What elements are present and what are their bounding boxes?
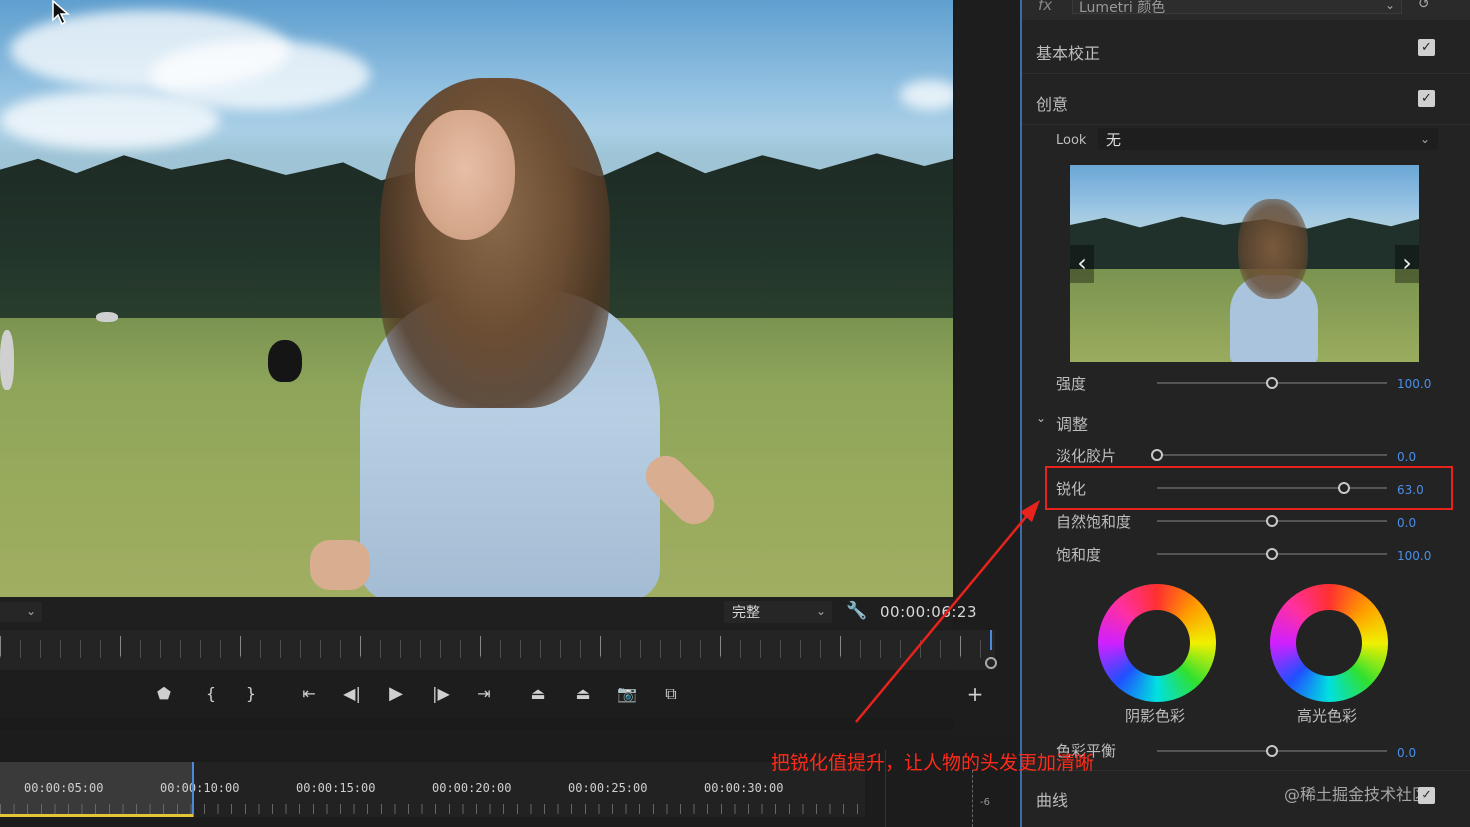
go-to-in-icon[interactable]: ⇤ xyxy=(295,682,323,706)
faded-film-value[interactable]: 0.0 xyxy=(1397,450,1416,464)
zoom-level-select[interactable]: ⌄ xyxy=(0,602,42,622)
shadow-tint-label: 阴影色彩 xyxy=(1125,707,1186,725)
look-select-value: 无 xyxy=(1106,131,1122,149)
audio-meter-label: -6 xyxy=(980,797,990,808)
look-preview[interactable]: ‹ › xyxy=(1070,165,1419,362)
extract-icon[interactable]: ⏏ xyxy=(569,682,597,706)
annotation-text: 把锐化值提升，让人物的头发更加清晰 xyxy=(771,752,1095,774)
sky-cloud xyxy=(0,90,220,150)
chevron-down-icon: ⌄ xyxy=(1419,132,1430,146)
chevron-down-icon: ⌄ xyxy=(1384,0,1395,12)
mouse-cursor-icon xyxy=(52,0,70,26)
color-balance-value[interactable]: 0.0 xyxy=(1397,746,1416,760)
previous-look-icon[interactable]: ‹ xyxy=(1070,245,1094,283)
section-label: 创意 xyxy=(1036,95,1069,114)
ruler-label: 00:00:10:00 xyxy=(160,781,240,795)
look-select[interactable]: 无 ⌄ xyxy=(1098,128,1438,150)
saturation-label: 饱和度 xyxy=(1056,546,1102,564)
vibrance-value[interactable]: 0.0 xyxy=(1397,516,1416,530)
basic-correction-checkbox[interactable]: ✓ xyxy=(1418,39,1435,56)
sky-cloud xyxy=(900,80,953,110)
ruler-major-ticks xyxy=(0,636,990,656)
timeline-playhead[interactable] xyxy=(192,762,194,817)
export-frame-icon[interactable]: 📷 xyxy=(613,682,641,706)
playback-quality-select[interactable]: 完整 ⌄ xyxy=(724,601,832,623)
go-to-out-icon[interactable]: ⇥ xyxy=(470,682,498,706)
next-look-icon[interactable]: › xyxy=(1395,245,1419,283)
shadow-tint-wheel[interactable] xyxy=(1098,584,1216,702)
step-back-icon[interactable]: ◀| xyxy=(338,682,366,706)
saturation-value[interactable]: 100.0 xyxy=(1397,549,1431,563)
chevron-down-icon: ⌄ xyxy=(815,604,826,618)
play-icon[interactable]: ▶ xyxy=(382,682,410,706)
section-basic-correction[interactable]: 基本校正 ✓ xyxy=(1022,26,1470,74)
wheel-center[interactable] xyxy=(1296,610,1362,676)
lumetri-color-panel: fx Lumetri 颜色 ⌄ ↺ 基本校正 ✓ 创意 ✓ Look 无 ⌄ ‹… xyxy=(1020,0,1470,827)
section-label: 基本校正 xyxy=(1036,44,1101,63)
chevron-down-icon[interactable]: ⌄ xyxy=(1036,411,1046,425)
reset-icon[interactable]: ↺ xyxy=(1418,0,1430,12)
ruler-label: 00:00:05:00 xyxy=(24,781,104,795)
ruler-label: 00:00:30:00 xyxy=(704,781,784,795)
preview-person-hair xyxy=(1238,199,1308,299)
cow xyxy=(268,340,302,382)
mark-in-icon[interactable]: { xyxy=(197,682,225,706)
faded-film-slider-knob[interactable] xyxy=(1151,449,1163,461)
program-monitor: ⌄ 完整 ⌄ 🔧 00:00:06:23 xyxy=(0,0,1000,730)
highlight-tint-label: 高光色彩 xyxy=(1297,707,1358,725)
intensity-label: 强度 xyxy=(1056,375,1087,393)
monitor-time-ruler[interactable] xyxy=(0,630,997,670)
creative-checkbox[interactable]: ✓ xyxy=(1418,90,1435,107)
zoom-handle[interactable] xyxy=(985,657,997,669)
video-frame[interactable] xyxy=(0,0,953,597)
intensity-value[interactable]: 100.0 xyxy=(1397,377,1431,391)
ruler-label: 00:00:25:00 xyxy=(568,781,648,795)
fx-icon[interactable]: fx xyxy=(1038,0,1052,14)
comparison-view-icon[interactable]: ⧉ xyxy=(657,682,685,706)
add-marker-icon[interactable]: ⬟ xyxy=(150,682,178,706)
section-creative[interactable]: 创意 ✓ xyxy=(1022,77,1470,125)
monitor-playhead[interactable] xyxy=(990,630,992,650)
section-label: 曲线 xyxy=(1036,791,1069,810)
wrench-settings-icon[interactable]: 🔧 xyxy=(846,601,867,621)
saturation-slider-knob[interactable] xyxy=(1266,548,1278,560)
look-label: Look xyxy=(1056,133,1087,148)
cow xyxy=(96,312,118,322)
ruler-label: 00:00:15:00 xyxy=(296,781,376,795)
cow xyxy=(0,330,14,390)
audio-meter xyxy=(972,770,973,827)
step-forward-icon[interactable]: |▶ xyxy=(427,682,455,706)
faded-film-label: 淡化胶片 xyxy=(1056,447,1117,465)
highlight-tint-wheel[interactable] xyxy=(1270,584,1388,702)
intensity-slider-knob[interactable] xyxy=(1266,377,1278,389)
watermark: @稀土掘金技术社区 xyxy=(1284,785,1429,804)
timeline-ruler-ticks xyxy=(0,804,865,814)
effect-select[interactable]: Lumetri 颜色 ⌄ xyxy=(1072,0,1402,16)
work-area-bar[interactable] xyxy=(0,814,193,817)
faded-film-slider[interactable] xyxy=(1157,454,1387,456)
person-arm xyxy=(310,540,370,590)
ruler-label: 00:00:20:00 xyxy=(432,781,512,795)
lift-icon[interactable]: ⏏ xyxy=(524,682,552,706)
color-balance-slider-knob[interactable] xyxy=(1266,745,1278,757)
adjust-section-label[interactable]: 调整 xyxy=(1056,411,1088,435)
wheel-center[interactable] xyxy=(1124,610,1190,676)
mark-out-icon[interactable]: } xyxy=(237,682,265,706)
chevron-down-icon: ⌄ xyxy=(25,604,36,618)
sharpen-highlight-box xyxy=(1045,466,1453,510)
add-button-icon[interactable]: + xyxy=(961,682,989,706)
vibrance-slider-knob[interactable] xyxy=(1266,515,1278,527)
effect-select-value: Lumetri 颜色 xyxy=(1079,0,1166,16)
person-face xyxy=(415,110,515,240)
vibrance-label: 自然饱和度 xyxy=(1056,513,1132,531)
effect-header: fx Lumetri 颜色 ⌄ ↺ xyxy=(1022,0,1470,20)
playhead-timecode[interactable]: 00:00:06:23 xyxy=(880,603,977,621)
playback-quality-value: 完整 xyxy=(732,605,760,621)
